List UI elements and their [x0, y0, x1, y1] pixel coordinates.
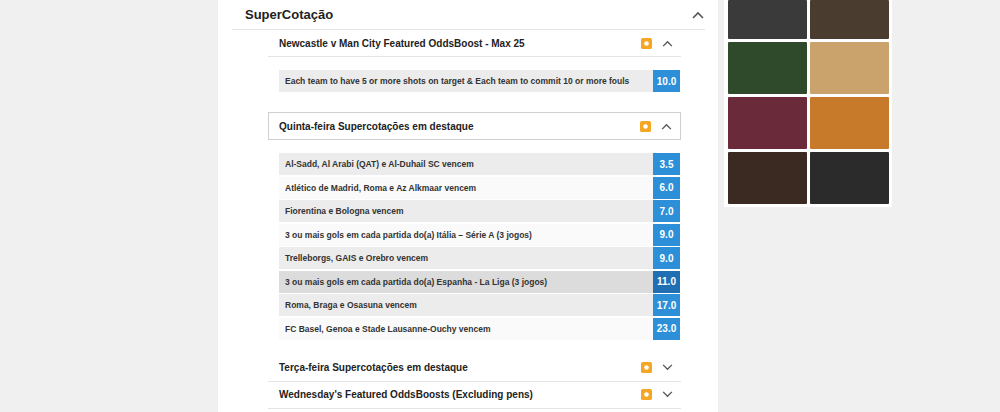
panel-header[interactable]: SuperCotação: [232, 0, 705, 30]
section-list: Newcastle v Man City Featured OddsBoost …: [268, 30, 681, 409]
casino-tile[interactable]: [728, 42, 807, 94]
selection-label: FC Basel, Genoa e Stade Lausanne-Ouchy v…: [279, 318, 653, 340]
casino-panel: [724, 0, 892, 207]
casino-tile[interactable]: [728, 0, 807, 39]
casino-tile[interactable]: [810, 97, 889, 149]
section-header[interactable]: Newcastle v Man City Featured OddsBoost …: [268, 30, 681, 57]
section-title: Newcastle v Man City Featured OddsBoost …: [279, 38, 631, 49]
section: Newcastle v Man City Featured OddsBoost …: [268, 30, 681, 107]
page: SuperCotação Newcastle v Man City Feature…: [0, 0, 1000, 412]
selection-label: Fiorentina e Bologna vencem: [279, 200, 653, 222]
section-header[interactable]: Terça-feira Supercotações em destaque: [268, 355, 681, 382]
odds-button[interactable]: 23.0: [653, 318, 680, 340]
section: Wednesday's Featured OddsBoosts (Excludi…: [268, 382, 681, 409]
selection-row[interactable]: 3 ou mais gols em cada partida do(a) Esp…: [279, 271, 680, 293]
chevron-icon[interactable]: [692, 11, 704, 19]
section: Terça-feira Supercotações em destaque: [268, 355, 681, 382]
boost-icon: [641, 389, 652, 400]
boost-icon: [641, 38, 652, 49]
selection-label: Trelleborgs, GAIS e Orebro vencem: [279, 247, 653, 269]
section-title: Quinta-feira Supercotações em destaque: [279, 121, 630, 132]
selection-row[interactable]: 3 ou mais gols em cada partida do(a) Itá…: [279, 224, 680, 246]
chevron-icon[interactable]: [662, 40, 673, 47]
panel-title: SuperCotação: [245, 7, 333, 22]
odds-button[interactable]: 7.0: [653, 200, 680, 222]
selection-label: Al-Sadd, Al Arabi (QAT) e Al-Duhail SC v…: [279, 153, 653, 175]
selection-label: 3 ou mais gols em cada partida do(a) Esp…: [279, 271, 653, 293]
section-title: Terça-feira Supercotações em destaque: [279, 362, 631, 373]
section-header[interactable]: Quinta-feira Supercotações em destaque: [268, 112, 681, 140]
selection-row[interactable]: Trelleborgs, GAIS e Orebro vencem9.0: [279, 247, 680, 269]
boost-icon: [641, 362, 652, 373]
odds-button[interactable]: 11.0: [653, 271, 680, 293]
selection-label: 3 ou mais gols em cada partida do(a) Itá…: [279, 224, 653, 246]
chevron-icon[interactable]: [662, 364, 673, 371]
section-title: Wednesday's Featured OddsBoosts (Excludi…: [279, 389, 631, 400]
selection-list: Each team to have 5 or more shots on tar…: [268, 57, 681, 107]
odds-button[interactable]: 6.0: [653, 177, 680, 199]
selection-row[interactable]: Roma, Braga e Osasuna vencem17.0: [279, 294, 680, 316]
casino-tile[interactable]: [728, 152, 807, 204]
selection-label: Roma, Braga e Osasuna vencem: [279, 294, 653, 316]
casino-tile[interactable]: [810, 152, 889, 204]
selection-row[interactable]: Atlético de Madrid, Roma e Az Alkmaar ve…: [279, 177, 680, 199]
selection-row[interactable]: FC Basel, Genoa e Stade Lausanne-Ouchy v…: [279, 318, 680, 340]
section-header[interactable]: Wednesday's Featured OddsBoosts (Excludi…: [268, 382, 681, 409]
odds-button[interactable]: 9.0: [653, 247, 680, 269]
selection-row[interactable]: Fiorentina e Bologna vencem7.0: [279, 200, 680, 222]
casino-tile[interactable]: [728, 97, 807, 149]
section: Quinta-feira Supercotações em destaque Al…: [268, 112, 681, 355]
selection-row[interactable]: Al-Sadd, Al Arabi (QAT) e Al-Duhail SC v…: [279, 153, 680, 175]
casino-tile[interactable]: [810, 42, 889, 94]
supercotacao-panel: SuperCotação Newcastle v Man City Feature…: [218, 0, 718, 412]
odds-button[interactable]: 17.0: [653, 294, 680, 316]
boost-icon: [640, 121, 651, 132]
odds-button[interactable]: 9.0: [653, 224, 680, 246]
selection-label: Atlético de Madrid, Roma e Az Alkmaar ve…: [279, 177, 653, 199]
chevron-icon[interactable]: [661, 123, 672, 130]
odds-button[interactable]: 10.0: [653, 70, 680, 92]
selection-list: Al-Sadd, Al Arabi (QAT) e Al-Duhail SC v…: [268, 140, 681, 355]
chevron-icon[interactable]: [662, 391, 673, 398]
odds-button[interactable]: 3.5: [653, 153, 680, 175]
casino-tile[interactable]: [810, 0, 889, 39]
selection-label: Each team to have 5 or more shots on tar…: [279, 70, 653, 92]
selection-row[interactable]: Each team to have 5 or more shots on tar…: [279, 70, 680, 92]
